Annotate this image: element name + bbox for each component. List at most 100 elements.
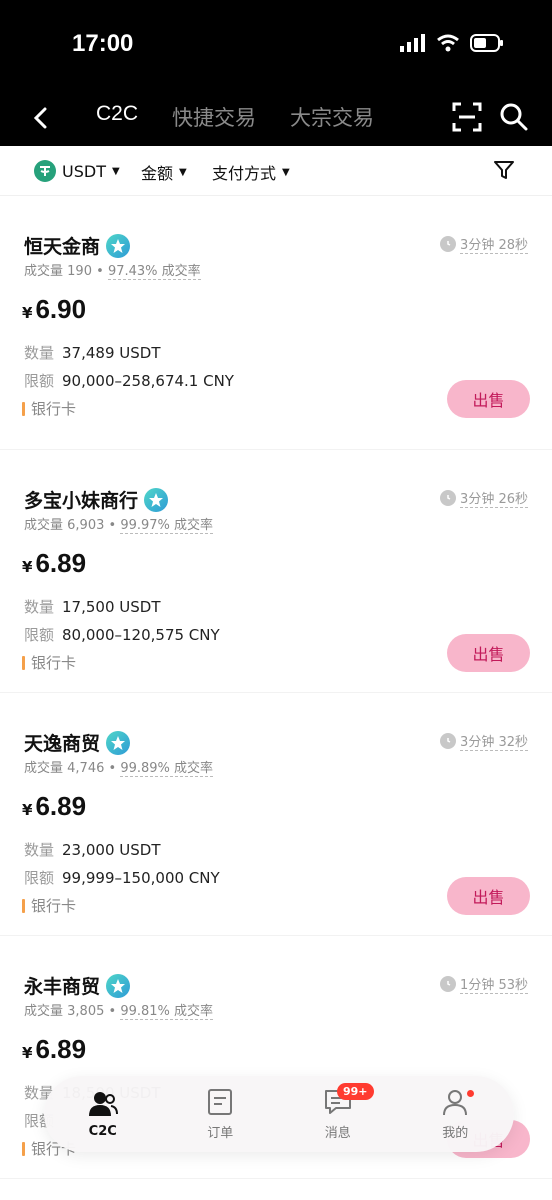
avg-release-time[interactable]: 1分钟 53秒 <box>440 974 528 994</box>
quantity-row: 数量 37,489 USDT <box>24 342 160 363</box>
nav-label: C2C <box>88 1123 117 1139</box>
price: ¥ 6.89 <box>22 791 86 822</box>
filter-funnel-icon[interactable] <box>492 158 516 182</box>
release-time-text: 3分钟 28秒 <box>460 234 528 254</box>
volume-label: 成交量 <box>24 264 64 279</box>
payment-method: 银行卡 <box>22 895 76 916</box>
merchant-name: 多宝小妹商行 <box>24 490 139 512</box>
merchant-name-row: 天逸商贸 <box>24 729 131 756</box>
price: ¥ 6.89 <box>22 1034 86 1065</box>
user-icon <box>443 1089 468 1115</box>
completion-rate[interactable]: 99.89% 成交率 <box>120 761 214 777</box>
sell-button[interactable]: 出售 <box>447 380 530 418</box>
payment-marker <box>22 1141 25 1156</box>
quantity-row: 数量 17,500 USDT <box>24 596 160 617</box>
completion-rate[interactable]: 99.81% 成交率 <box>120 1004 214 1020</box>
nav-label: 消息 <box>324 1125 351 1141</box>
merchant-card[interactable]: 天逸商贸 3分钟 32秒 成交量 4,746 • 99.89% 成交率 ¥ 6.… <box>0 693 552 936</box>
avg-release-time[interactable]: 3分钟 28秒 <box>440 234 528 254</box>
clock-icon <box>440 490 457 506</box>
nav-c2c[interactable]: C2C <box>44 1076 162 1152</box>
back-button[interactable] <box>24 102 56 134</box>
price-value: 6.89 <box>35 548 87 578</box>
payment-filter[interactable]: 支付方式 ▼ <box>212 160 290 184</box>
payment-marker <box>22 401 25 416</box>
nav-messages[interactable]: 99+ 消息 <box>279 1076 397 1152</box>
rate-value: 99.81% <box>120 1004 170 1019</box>
separator-dot: • <box>108 518 121 533</box>
rate-value: 97.43% <box>107 264 158 279</box>
search-icon[interactable] <box>498 101 530 133</box>
rate-label: 成交率 <box>174 761 214 776</box>
quantity-label: 数量 <box>24 344 55 362</box>
sell-button[interactable]: 出售 <box>447 634 530 672</box>
coin-filter[interactable]: USDT ▼ <box>34 160 120 182</box>
battery-icon <box>470 34 503 52</box>
caret-down-icon: ▼ <box>179 166 187 178</box>
volume-value: 190 <box>67 264 92 279</box>
limit-value: 99,999–150,000 CNY <box>62 869 220 887</box>
order-icon <box>208 1088 233 1115</box>
usdt-icon <box>34 160 56 182</box>
verified-star-icon <box>106 730 131 755</box>
rate-value: 99.89% <box>120 761 170 776</box>
bottom-navigation: C2C 订单 99+ 消息 我的 <box>44 1076 514 1152</box>
avg-release-time[interactable]: 3分钟 26秒 <box>440 488 528 508</box>
payment-method-label: 银行卡 <box>31 897 77 915</box>
top-navigation: C2C 快捷交易 大宗交易 <box>0 90 552 146</box>
currency-symbol: ¥ <box>22 558 33 576</box>
payment-marker <box>22 898 25 913</box>
payment-marker <box>22 655 25 670</box>
volume-label: 成交量 <box>24 1004 64 1019</box>
nav-profile[interactable]: 我的 <box>397 1076 515 1152</box>
caret-down-icon: ▼ <box>111 165 120 177</box>
clock-time: 17:00 <box>72 30 134 57</box>
sell-button[interactable]: 出售 <box>447 877 530 915</box>
nav-orders[interactable]: 订单 <box>162 1076 280 1152</box>
completion-rate[interactable]: 97.43% 成交率 <box>107 264 201 280</box>
wifi-icon <box>437 34 459 52</box>
verified-star-icon <box>144 487 169 512</box>
price-value: 6.90 <box>35 294 87 324</box>
price: ¥ 6.89 <box>22 548 86 579</box>
status-bar: 17:00 <box>0 0 552 90</box>
tab-block-trade[interactable]: 大宗交易 <box>290 102 374 132</box>
payment-filter-label: 支付方式 <box>212 164 277 183</box>
notification-dot <box>466 1090 474 1097</box>
amount-filter[interactable]: 金额 ▼ <box>141 160 187 184</box>
rate-label: 成交率 <box>174 1004 214 1019</box>
avg-release-time[interactable]: 3分钟 32秒 <box>440 731 528 751</box>
release-time-text: 3分钟 32秒 <box>460 731 528 751</box>
separator-dot: • <box>96 264 108 279</box>
rate-value: 99.97% <box>120 518 170 533</box>
signal-icon <box>400 34 425 52</box>
completion-rate[interactable]: 99.97% 成交率 <box>120 518 214 534</box>
volume-label: 成交量 <box>24 518 64 533</box>
limit-row: 限额 80,000–120,575 CNY <box>24 624 220 645</box>
merchant-name-row: 永丰商贸 <box>24 972 131 999</box>
limit-label: 限额 <box>24 372 55 390</box>
nav-label: 订单 <box>207 1125 234 1141</box>
nav-label: 我的 <box>442 1125 469 1141</box>
verified-star-icon <box>106 973 131 998</box>
tab-quick-trade[interactable]: 快捷交易 <box>172 102 256 132</box>
clock-icon <box>440 733 457 749</box>
currency-symbol: ¥ <box>22 1044 33 1062</box>
merchant-card[interactable]: 恒天金商 3分钟 28秒 成交量 190 • 97.43% 成交率 ¥ 6.90… <box>0 196 552 450</box>
merchant-name: 永丰商贸 <box>24 976 101 998</box>
price: ¥ 6.90 <box>22 294 86 325</box>
scan-icon[interactable] <box>452 102 482 132</box>
merchant-card[interactable]: 多宝小妹商行 3分钟 26秒 成交量 6,903 • 99.97% 成交率 ¥ … <box>0 450 552 693</box>
merchant-name-row: 多宝小妹商行 <box>24 486 169 513</box>
merchant-stats: 成交量 4,746 • 99.89% 成交率 <box>24 757 214 777</box>
quantity-value: 37,489 USDT <box>62 344 161 362</box>
people-icon <box>88 1091 118 1116</box>
payment-method: 银行卡 <box>22 398 76 419</box>
clock-icon <box>440 236 457 252</box>
limit-value: 90,000–258,674.1 CNY <box>62 372 234 390</box>
chevron-left-icon <box>33 107 47 129</box>
tab-c2c[interactable]: C2C <box>96 102 138 132</box>
currency-symbol: ¥ <box>22 801 33 819</box>
merchant-list: 恒天金商 3分钟 28秒 成交量 190 • 97.43% 成交率 ¥ 6.90… <box>0 196 552 1179</box>
release-time-text: 3分钟 26秒 <box>460 488 528 508</box>
